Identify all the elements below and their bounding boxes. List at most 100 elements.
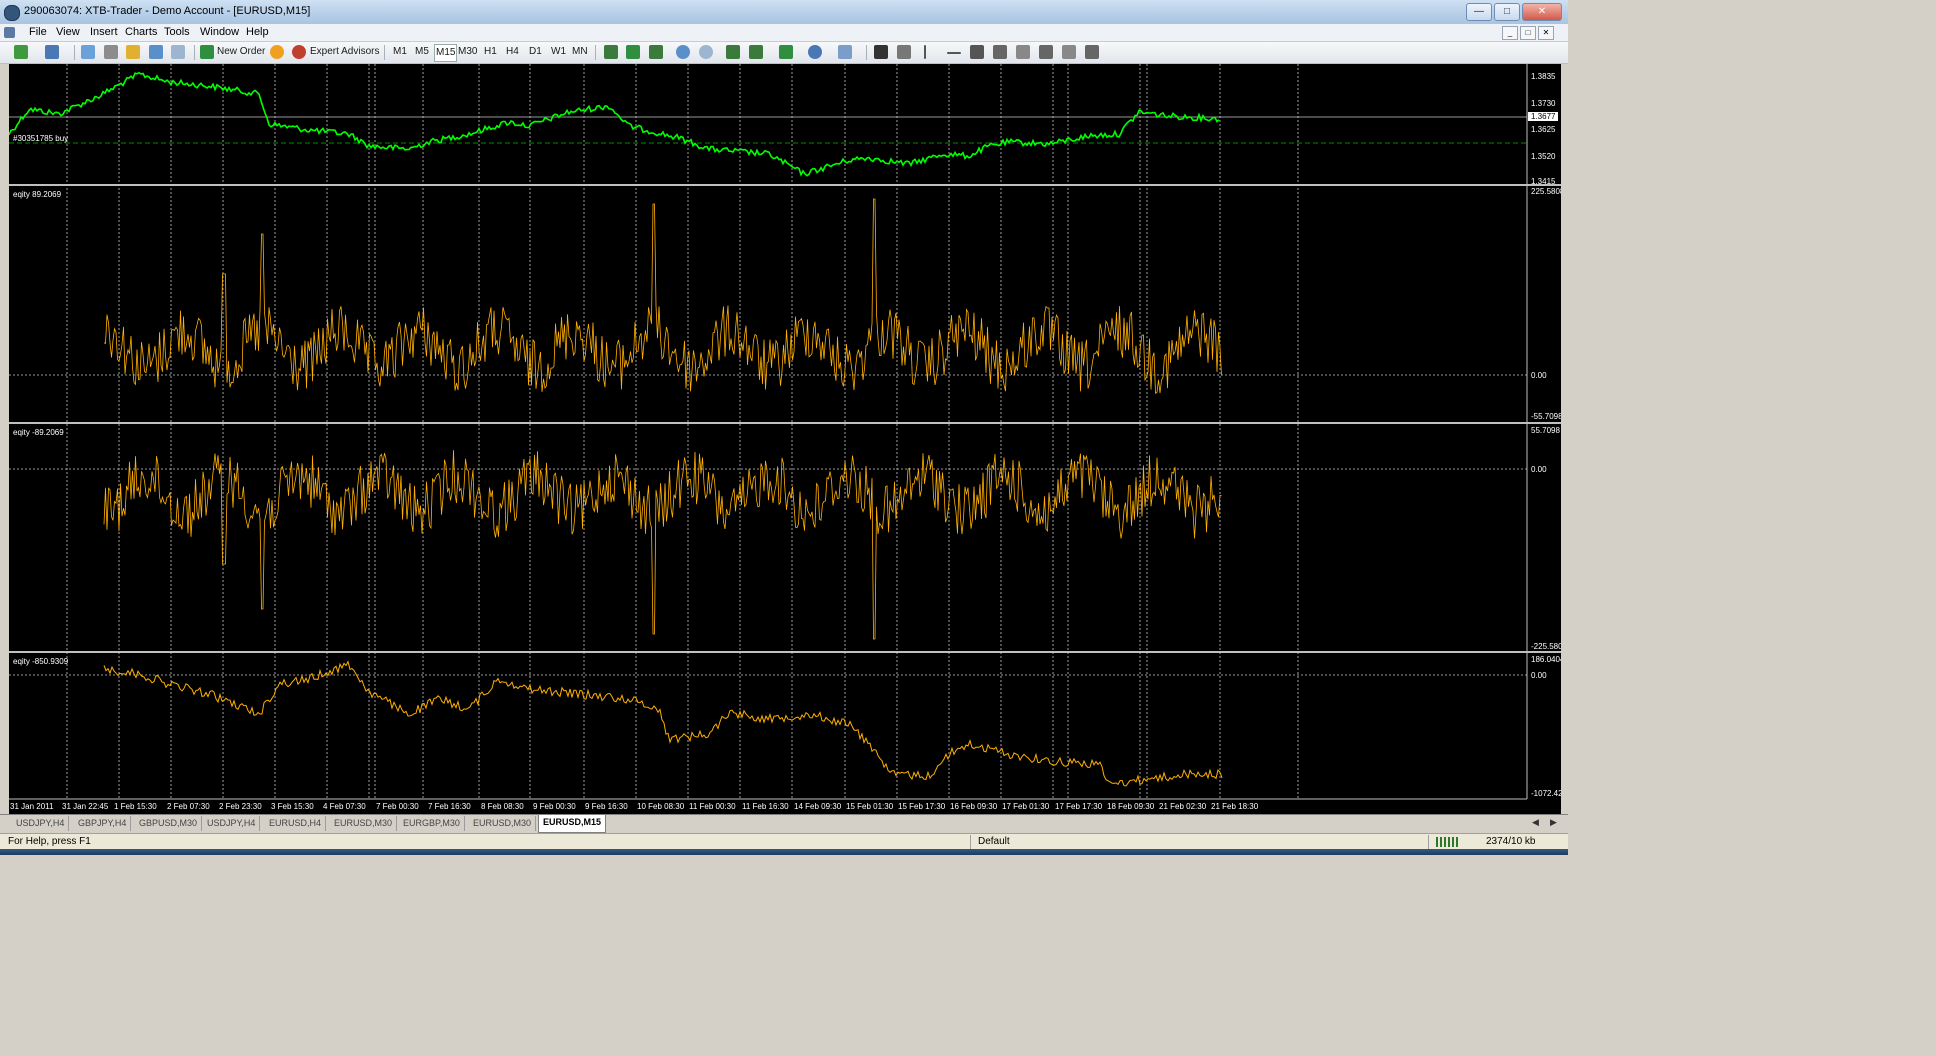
status-separator <box>1428 835 1429 849</box>
equidistant-channel-icon[interactable] <box>993 45 1007 59</box>
new-order-button[interactable]: New Order <box>217 44 265 60</box>
auto-scroll-icon[interactable] <box>726 45 740 59</box>
indicator-line-3 <box>103 660 1223 787</box>
timeframe-m1[interactable]: M1 <box>393 44 407 60</box>
expert-advisors-button[interactable]: Expert Advisors <box>310 44 379 60</box>
order-label: #30351785 buy <box>13 134 68 143</box>
mdi-close-icon[interactable]: ✕ <box>1538 26 1554 40</box>
indicators-icon[interactable] <box>779 45 793 59</box>
app-icon <box>4 5 20 21</box>
timeframe-m15[interactable]: M15 <box>434 44 458 62</box>
timeframe-m30[interactable]: M30 <box>458 44 477 60</box>
data-window-icon[interactable] <box>104 45 118 59</box>
menu-view[interactable]: View <box>56 26 80 38</box>
text-icon[interactable] <box>1039 45 1053 59</box>
timeframe-w1[interactable]: W1 <box>551 44 566 60</box>
date-tick: 11 Feb 00:30 <box>689 802 736 811</box>
bar-chart-icon[interactable] <box>604 45 618 59</box>
horizontal-line-icon[interactable] <box>947 52 961 54</box>
templates-icon[interactable] <box>838 45 852 59</box>
tab-gbpjpy-h4[interactable]: GBPJPY,H4 <box>74 816 132 831</box>
vertical-line-icon[interactable] <box>924 45 926 59</box>
date-tick: 8 Feb 08:30 <box>481 802 524 811</box>
menu-file[interactable]: File <box>29 26 47 38</box>
tab-usdjpy-h4[interactable]: USDJPY,H4 <box>12 816 70 831</box>
price-tick: 1.3520 <box>1531 152 1556 161</box>
indicator-label-1: eqity 89.2069 <box>13 190 62 199</box>
cursor-icon[interactable] <box>874 45 888 59</box>
tab-eurgbp-m30[interactable]: EURGBP,M30 <box>399 816 465 831</box>
mdi-restore-icon[interactable]: □ <box>1520 26 1536 40</box>
tab-usdjpy-h4-2[interactable]: USDJPY,H4 <box>203 816 261 831</box>
expert-advisors-icon[interactable] <box>292 45 306 59</box>
periods-icon[interactable] <box>808 45 822 59</box>
tab-gbpusd-m30[interactable]: GBPUSD,M30 <box>135 816 203 831</box>
text-label-icon[interactable] <box>1062 45 1076 59</box>
timeframe-h1[interactable]: H1 <box>484 44 497 60</box>
strategy-tester-icon[interactable] <box>171 45 185 59</box>
navigator-icon[interactable] <box>126 45 140 59</box>
timeframe-m5[interactable]: M5 <box>415 44 429 60</box>
current-price: 1.3677 <box>1531 112 1556 121</box>
close-icon[interactable]: ✕ <box>1522 3 1562 21</box>
tab-eurusd-m30-2[interactable]: EURUSD,M30 <box>469 816 537 831</box>
toolbar-separator <box>384 45 385 60</box>
minimize-icon[interactable]: — <box>1466 3 1492 21</box>
indicator-1-axis-top: 225.5808 <box>1531 187 1561 196</box>
date-tick: 1 Feb 15:30 <box>114 802 157 811</box>
arrows-icon[interactable] <box>1085 45 1099 59</box>
toolbar-separator <box>194 45 195 60</box>
candlestick-icon[interactable] <box>626 45 640 59</box>
zoom-in-icon[interactable] <box>676 45 690 59</box>
chart-canvas[interactable]: #30351785 buy 1.3835 1.3730 1.3625 1.352… <box>9 64 1561 814</box>
date-tick: 15 Feb 01:30 <box>846 802 894 811</box>
menu-insert[interactable]: Insert <box>90 26 118 38</box>
status-help: For Help, press F1 <box>8 836 91 847</box>
menu-tools[interactable]: Tools <box>164 26 190 38</box>
market-watch-icon[interactable] <box>81 45 95 59</box>
window-title: 290063074: XTB-Trader - Demo Account - [… <box>24 5 311 17</box>
date-tick: 2 Feb 23:30 <box>219 802 262 811</box>
status-separator <box>970 835 971 849</box>
crosshair-icon[interactable] <box>897 45 911 59</box>
trendline-icon[interactable] <box>970 45 984 59</box>
profiles-icon[interactable] <box>45 45 59 59</box>
timeframe-d1[interactable]: D1 <box>529 44 542 60</box>
menu-help[interactable]: Help <box>246 26 269 38</box>
menu-bar: File View Insert Charts Tools Window Hel… <box>0 24 1568 42</box>
price-tick: 1.3730 <box>1531 99 1556 108</box>
tab-eurusd-h4[interactable]: EURUSD,H4 <box>265 816 327 831</box>
tab-eurusd-m30[interactable]: EURUSD,M30 <box>330 816 398 831</box>
status-bar: For Help, press F1 Default 2374/10 kb <box>0 833 1568 850</box>
metaeditor-icon[interactable] <box>270 45 284 59</box>
tab-scroll-left-icon[interactable]: ◀ <box>1532 817 1539 828</box>
chart-tabs: USDJPY,H4 GBPJPY,H4 GBPUSD,M30 USDJPY,H4… <box>0 814 1568 834</box>
mdi-minimize-icon[interactable]: _ <box>1502 26 1518 40</box>
terminal-icon[interactable] <box>149 45 163 59</box>
new-order-icon[interactable] <box>200 45 214 59</box>
menu-window[interactable]: Window <box>200 26 239 38</box>
new-chart-icon[interactable] <box>14 45 28 59</box>
toolbar-separator <box>866 45 867 60</box>
chart-window-icon[interactable] <box>4 27 15 38</box>
indicator-3-axis-bottom: -1072.42 <box>1531 789 1561 798</box>
indicator-label-3: eqity -850.9309 <box>13 657 69 666</box>
tab-scroll-right-icon[interactable]: ▶ <box>1550 817 1557 828</box>
horizontal-grid <box>9 116 1527 676</box>
menu-charts[interactable]: Charts <box>125 26 157 38</box>
chart-shift-icon[interactable] <box>749 45 763 59</box>
zoom-out-icon[interactable] <box>699 45 713 59</box>
line-chart-icon[interactable] <box>649 45 663 59</box>
timeframe-mn[interactable]: MN <box>572 44 588 60</box>
timeframe-h4[interactable]: H4 <box>506 44 519 60</box>
price-tick: 1.3415 <box>1531 177 1556 186</box>
window-controls: — □ ✕ <box>1466 3 1562 21</box>
indicator-1-axis-bottom: -55.7098 <box>1531 412 1561 421</box>
date-tick: 7 Feb 00:30 <box>376 802 419 811</box>
chart-window[interactable]: #30351785 buy 1.3835 1.3730 1.3625 1.352… <box>9 64 1561 814</box>
fibonacci-icon[interactable] <box>1016 45 1030 59</box>
date-tick: 15 Feb 17:30 <box>898 802 946 811</box>
tab-eurusd-m15[interactable]: EURUSD,M15 <box>538 815 607 833</box>
indicator-label-2: eqity -89.2069 <box>13 428 64 437</box>
maximize-icon[interactable]: □ <box>1494 3 1520 21</box>
